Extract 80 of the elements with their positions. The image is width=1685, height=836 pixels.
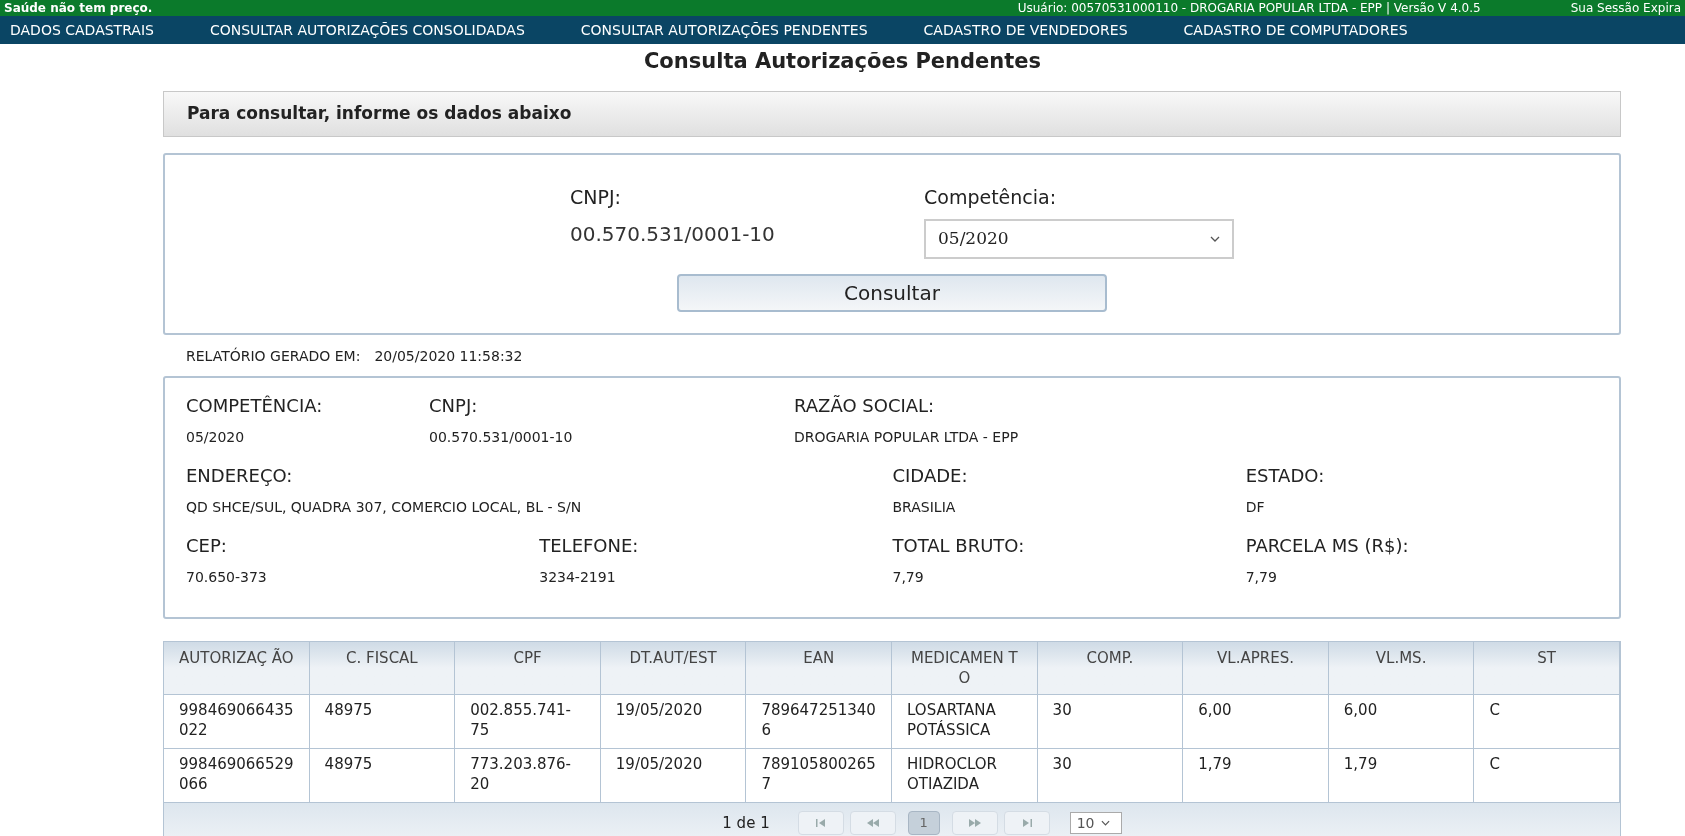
table-cell: 1,79	[1183, 749, 1329, 802]
report-label: RELATÓRIO GERADO EM:	[186, 346, 361, 366]
page-size-select[interactable]: 10	[1069, 812, 1122, 834]
table-cell: 19/05/2020	[600, 695, 747, 748]
menu-item[interactable]: CADASTRO DE VENDEDORES	[923, 19, 1128, 41]
page-button[interactable]: 1	[907, 811, 940, 835]
menu-item[interactable]: CADASTRO DE COMPUTADORES	[1183, 19, 1408, 41]
field-value: 00.570.531/0001-10	[429, 428, 574, 447]
table-cell: 19/05/2020	[600, 749, 747, 802]
column-header: DT.AUT/EST	[600, 642, 747, 694]
field-value: 05/2020	[186, 428, 246, 447]
menu-item[interactable]: CONSULTAR AUTORIZAÇÕES CONSOLIDADAS	[209, 19, 525, 41]
field-label: ESTADO:	[1245, 464, 1326, 488]
slogan: Saúde não tem preço.	[4, 1, 153, 15]
consultar-button[interactable]: Consultar	[677, 274, 1107, 312]
field-label: TOTAL BRUTO:	[892, 534, 1026, 558]
first-page-button[interactable]	[797, 811, 844, 835]
column-header: VL.APRES.	[1183, 642, 1329, 694]
last-page-button[interactable]	[1003, 811, 1050, 835]
table-cell: 6,00	[1328, 695, 1475, 748]
table-cell: 48975	[309, 695, 456, 748]
panel-header: Para consultar, informe os dados abaixo	[163, 91, 1621, 137]
column-header: COMP.	[1037, 642, 1184, 694]
next-page-button[interactable]	[951, 811, 998, 835]
field-value: 7,79	[892, 568, 925, 587]
column-header: MEDICAMEN TO	[892, 642, 1038, 694]
table-cell: 30	[1037, 749, 1184, 802]
table-cell: 773.203.876-20	[455, 749, 601, 802]
table-cell: 002.855.741-75	[455, 695, 601, 748]
competencia-label: Competência:	[924, 185, 1058, 210]
table-cell: C	[1474, 749, 1620, 802]
field-value: DF	[1245, 498, 1266, 517]
table-cell: 998469066435022	[164, 695, 310, 748]
column-header: C. FISCAL	[309, 642, 456, 694]
table-cell: 30	[1037, 695, 1184, 748]
field-value: 7,79	[1245, 568, 1278, 587]
field-value: DROGARIA POPULAR LTDA - EPP	[794, 428, 1020, 447]
chevron-down-icon	[1210, 236, 1220, 242]
previous-page-button[interactable]	[849, 811, 896, 835]
page-title: Consulta Autorizações Pendentes	[642, 48, 1043, 75]
field-value: QD SHCE/SUL, QUADRA 307, COMERCIO LOCAL, BL - S/N	[186, 498, 583, 517]
field-label: CEP:	[186, 534, 228, 558]
column-header: VL.MS.	[1328, 642, 1475, 694]
table-cell: 7891058002657	[746, 749, 892, 802]
table-cell: 6,00	[1183, 695, 1329, 748]
field-value: 3234-2191	[539, 568, 617, 587]
menu-item[interactable]: CONSULTAR AUTORIZAÇÕES PENDENTES	[580, 19, 868, 41]
column-header: AUTORIZAÇ ÃO	[164, 642, 310, 694]
table-cell: C	[1474, 695, 1620, 748]
field-label: PARCELA MS (R$):	[1245, 534, 1410, 558]
user-info: Usuário: 00570531000110 - DROGARIA POPULAR LTDA - EPP | Versão V 4.0.5	[1017, 1, 1481, 15]
column-header: CPF	[455, 642, 601, 694]
field-value: BRASILIA	[892, 498, 957, 517]
report-date: 20/05/2020 11:58:32	[374, 346, 523, 366]
chevron-down-icon	[1100, 820, 1110, 826]
table-cell: 48975	[309, 749, 456, 802]
cnpj-label: CNPJ:	[570, 185, 622, 210]
session-info: Sua Sessão Expira	[1570, 1, 1681, 15]
field-label: TELEFONE:	[539, 534, 640, 558]
field-label: CNPJ:	[429, 394, 479, 418]
table-cell: 1,79	[1328, 749, 1475, 802]
previous-page-icon	[866, 819, 879, 827]
field-label: RAZÃO SOCIAL:	[794, 394, 936, 418]
field-value: 70.650-373	[186, 568, 268, 587]
cnpj-value: 00.570.531/0001-10	[570, 221, 776, 248]
last-page-icon	[1021, 819, 1032, 827]
first-page-icon	[815, 819, 826, 827]
field-label: COMPETÊNCIA:	[186, 394, 324, 418]
field-label: CIDADE:	[892, 464, 969, 488]
column-header: EAN	[746, 642, 892, 694]
competencia-select[interactable]: 05/2020	[924, 219, 1234, 259]
next-page-icon	[968, 819, 981, 827]
table-cell: LOSARTANA POTÁSSICA	[892, 695, 1038, 748]
page-info: 1 de 1	[722, 812, 770, 834]
table-cell: 7896472513406	[746, 695, 892, 748]
table-cell: 998469066529066	[164, 749, 310, 802]
column-header: ST	[1474, 642, 1620, 694]
field-label: ENDEREÇO:	[186, 464, 294, 488]
menu-item[interactable]: DADOS CADASTRAIS	[10, 19, 154, 41]
table-cell: HIDROCLOR OTIAZIDA	[892, 749, 1038, 802]
